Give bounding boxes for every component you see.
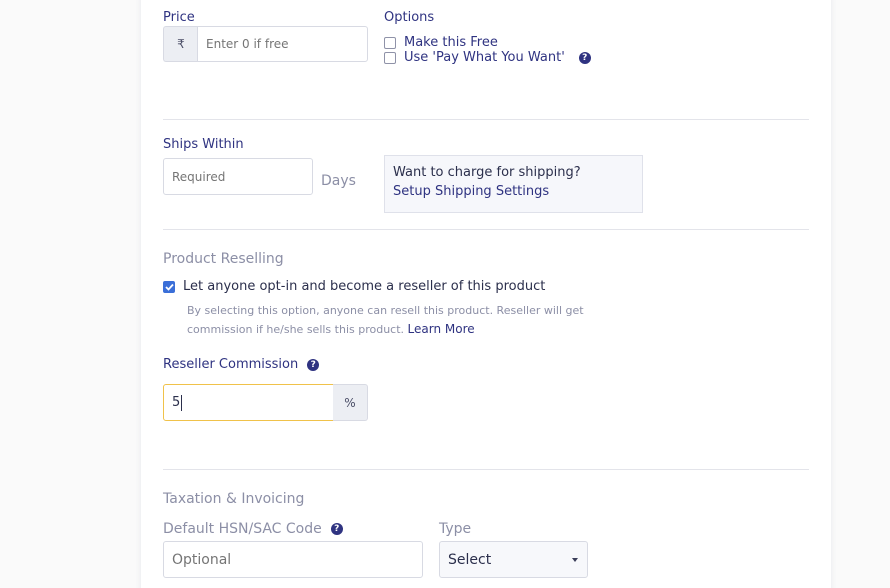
shipping-info-text: Want to charge for shipping? <box>393 165 581 180</box>
reseller-optin-checkbox[interactable] <box>163 280 175 293</box>
type-select[interactable]: Select <box>439 541 588 578</box>
make-free-label: Make this Free <box>404 35 498 50</box>
pay-what-you-want-option[interactable]: Use 'Pay What You Want' ? <box>384 50 591 65</box>
make-free-option[interactable]: Make this Free <box>384 35 498 50</box>
text-cursor <box>181 394 183 411</box>
divider <box>163 119 809 120</box>
percent-unit: % <box>344 395 356 410</box>
currency-addon: ₹ <box>163 26 198 62</box>
commission-value: 5 <box>172 395 181 410</box>
reseller-commission-label: Reseller Commission <box>163 357 299 372</box>
percent-addon: % <box>333 384 368 421</box>
price-input[interactable] <box>197 26 368 62</box>
reselling-description: By selecting this option, anyone can res… <box>187 302 647 339</box>
checkmark-icon <box>164 283 174 291</box>
reselling-description-text: By selecting this option, anyone can res… <box>187 304 584 336</box>
make-free-checkbox[interactable] <box>384 36 396 49</box>
options-label: Options <box>384 10 435 25</box>
shipping-info-box: Want to charge for shipping? Setup Shipp… <box>384 155 643 213</box>
question-circle-icon[interactable]: ? <box>578 51 591 64</box>
type-label: Type <box>439 521 472 537</box>
caret-down-icon <box>572 557 578 562</box>
learn-more-link[interactable]: Learn More <box>408 322 475 336</box>
question-circle-icon[interactable]: ? <box>330 523 343 535</box>
setup-shipping-link[interactable]: Setup Shipping Settings <box>393 184 634 199</box>
reseller-commission-input[interactable]: 5 <box>163 384 334 421</box>
days-unit: Days <box>321 173 356 189</box>
ships-within-input[interactable] <box>163 158 313 195</box>
hsn-label-row: Default HSN/SAC Code ? <box>163 521 343 537</box>
reseller-optin-label: Let anyone opt-in and become a reseller … <box>183 279 546 294</box>
reseller-commission-label-row: Reseller Commission ? <box>163 357 320 372</box>
hsn-label: Default HSN/SAC Code <box>163 521 322 537</box>
hsn-code-input[interactable] <box>163 541 423 578</box>
divider <box>163 469 809 470</box>
type-select-value: Select <box>448 551 492 568</box>
price-label: Price <box>163 10 195 25</box>
pay-what-you-want-checkbox[interactable] <box>384 51 396 64</box>
divider <box>163 229 809 230</box>
rupee-icon: ₹ <box>177 37 185 51</box>
ships-within-label: Ships Within <box>163 137 244 152</box>
reselling-section-title: Product Reselling <box>163 251 284 267</box>
pay-what-you-want-label: Use 'Pay What You Want' <box>404 50 565 65</box>
taxation-section-title: Taxation & Invoicing <box>163 491 305 507</box>
reseller-optin-option[interactable]: Let anyone opt-in and become a reseller … <box>163 279 545 294</box>
question-circle-icon[interactable]: ? <box>307 358 320 371</box>
